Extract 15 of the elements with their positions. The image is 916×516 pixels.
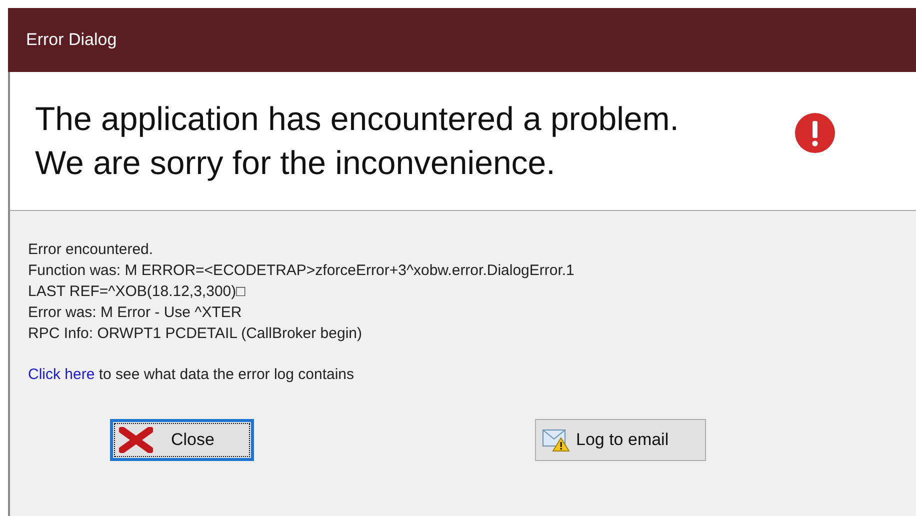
close-button[interactable]: Close [110,419,254,461]
log-to-email-button[interactable]: Log to email [535,419,706,461]
cross-icon [119,427,153,453]
click-here-link[interactable]: Click here [28,366,95,383]
error-detail-line: LAST REF=^XOB(18.12,3,300)□ [28,282,246,302]
error-detail-line: Function was: M ERROR=<ECODETRAP>zforceError+3^xobw.error.DialogError.1 [28,261,576,281]
window-title: Error Dialog [26,30,117,50]
envelope-warning-icon [542,428,570,452]
error-icon [795,113,835,153]
error-detail-line: RPC Info: ORWPT1 PCDETAIL (CallBroker begin) [28,324,363,344]
error-heading: The application has encountered a problem. [35,99,680,139]
error-detail-line: Error was: M Error - Use ^XTER [28,303,243,323]
error-heading: We are sorry for the inconvenience. [35,143,556,183]
log-link-sentence: Click here to see what data the error log contains [28,366,356,383]
error-detail-line: Error encountered. [28,240,154,260]
